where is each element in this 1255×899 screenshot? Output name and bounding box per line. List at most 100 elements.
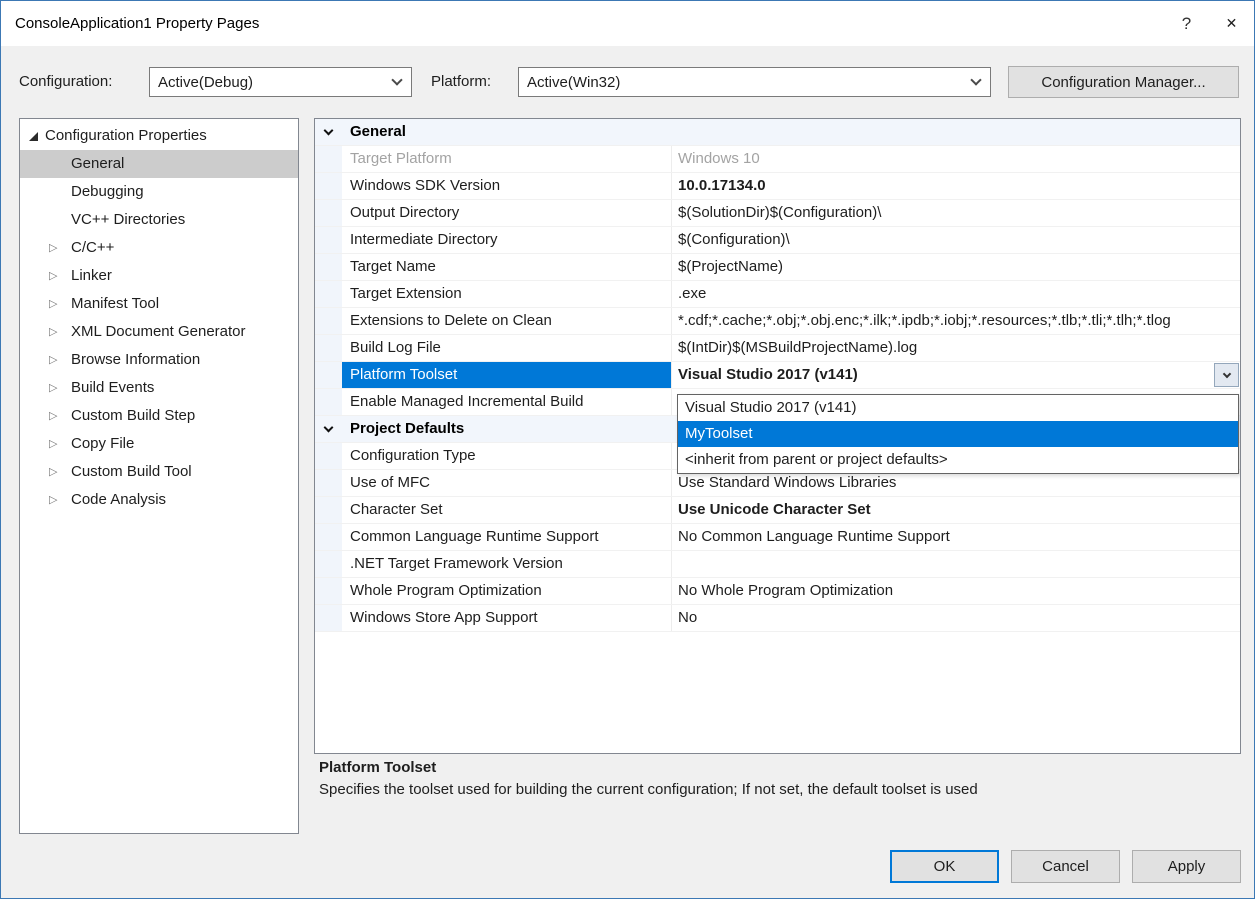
tree-collapsed-icon[interactable]: ▷ xyxy=(49,486,57,514)
tree-collapsed-icon[interactable]: ▷ xyxy=(49,402,57,430)
tree-item-label: Linker xyxy=(71,267,112,284)
tree-item-manifest-tool[interactable]: ▷ Manifest Tool xyxy=(20,290,298,318)
property-value-cell[interactable]: *.cdf;*.cache;*.obj;*.obj.enc;*.ilk;*.ip… xyxy=(672,308,1240,334)
tree-item-label: VC++ Directories xyxy=(71,211,185,228)
ok-button[interactable]: OK xyxy=(890,850,999,883)
tree-collapsed-icon[interactable]: ▷ xyxy=(49,262,57,290)
platform-select[interactable]: Active(Win32) xyxy=(518,67,991,97)
property-row-net-target-framework-version[interactable]: .NET Target Framework Version xyxy=(315,551,1240,578)
configuration-manager-button[interactable]: Configuration Manager... xyxy=(1008,66,1239,98)
description-text: Specifies the toolset used for building … xyxy=(319,781,1237,798)
property-row-common-language-runtime-support[interactable]: Common Language Runtime SupportNo Common… xyxy=(315,524,1240,551)
property-value-cell[interactable]: Windows 10 xyxy=(672,146,1240,172)
property-value-cell[interactable]: Visual Studio 2017 (v141) xyxy=(672,362,1240,388)
property-value-cell[interactable]: 10.0.17134.0 xyxy=(672,173,1240,199)
cancel-button[interactable]: Cancel xyxy=(1011,850,1120,883)
property-value-cell[interactable]: No Whole Program Optimization xyxy=(672,578,1240,604)
tree-item-build-events[interactable]: ▷Build Events xyxy=(20,374,298,402)
property-row-platform-toolset[interactable]: Platform ToolsetVisual Studio 2017 (v141… xyxy=(315,362,1240,389)
tree-item-label: Custom Build Step xyxy=(71,407,195,424)
row-gutter xyxy=(315,605,342,631)
row-gutter xyxy=(315,389,342,415)
configuration-select[interactable]: Active(Debug) xyxy=(149,67,412,97)
property-value: $(IntDir)$(MSBuildProjectName).log xyxy=(678,339,917,356)
property-value: Visual Studio 2017 (v141) xyxy=(678,366,858,383)
property-row-target-platform[interactable]: Target PlatformWindows 10 xyxy=(315,146,1240,173)
property-value-cell[interactable]: .exe xyxy=(672,281,1240,307)
tree-expanded-icon[interactable] xyxy=(29,132,38,141)
property-name: Intermediate Directory xyxy=(342,227,672,253)
row-gutter xyxy=(315,281,342,307)
tree-item-debugging[interactable]: Debugging xyxy=(20,178,298,206)
property-row-windows-store-app-support[interactable]: Windows Store App SupportNo xyxy=(315,605,1240,632)
tree-item-linker[interactable]: ▷ Linker xyxy=(20,262,298,290)
tree-item-general[interactable]: General xyxy=(20,150,298,178)
dropdown-option-visual-studio-2017-v141[interactable]: Visual Studio 2017 (v141) xyxy=(678,395,1238,421)
row-gutter xyxy=(315,497,342,523)
tree-item-xml-document-generator[interactable]: ▷XML Document Generator xyxy=(20,318,298,346)
help-button[interactable]: ? xyxy=(1164,1,1209,46)
property-value-cell[interactable] xyxy=(672,551,1240,577)
property-name: Common Language Runtime Support xyxy=(342,524,672,550)
property-row-target-name[interactable]: Target Name$(ProjectName) xyxy=(315,254,1240,281)
tree-collapsed-icon[interactable]: ▷ xyxy=(49,318,57,346)
property-name: Use of MFC xyxy=(342,470,672,496)
chevron-down-icon xyxy=(1222,369,1230,377)
row-gutter xyxy=(315,200,342,226)
tree-item-custom-build-step[interactable]: ▷ Custom Build Step xyxy=(20,402,298,430)
property-value: 10.0.17134.0 xyxy=(678,177,766,194)
property-value: $(Configuration)\ xyxy=(678,231,790,248)
tree-item-copy-file[interactable]: ▷ Copy File xyxy=(20,430,298,458)
dropdown-option-mytoolset[interactable]: MyToolset xyxy=(678,421,1238,447)
close-button[interactable]: ✕ xyxy=(1209,1,1254,46)
tree-collapsed-icon[interactable]: ▷ xyxy=(49,234,57,262)
property-value-cell[interactable]: $(ProjectName) xyxy=(672,254,1240,280)
property-pages-dialog: { "window": { "title": "ConsoleApplicati… xyxy=(0,0,1255,899)
property-row-output-directory[interactable]: Output Directory$(SolutionDir)$(Configur… xyxy=(315,200,1240,227)
property-name: Whole Program Optimization xyxy=(342,578,672,604)
property-value-cell[interactable]: $(SolutionDir)$(Configuration)\ xyxy=(672,200,1240,226)
property-value-cell[interactable]: No Common Language Runtime Support xyxy=(672,524,1240,550)
property-grid-rows: GeneralTarget PlatformWindows 10Windows … xyxy=(315,119,1240,632)
group-header-general[interactable]: General xyxy=(315,119,1240,146)
property-row-extensions-to-delete-on-clean[interactable]: Extensions to Delete on Clean*.cdf;*.cac… xyxy=(315,308,1240,335)
property-value: $(ProjectName) xyxy=(678,258,783,275)
tree-collapsed-icon[interactable]: ▷ xyxy=(49,374,57,402)
tree-collapsed-icon[interactable]: ▷ xyxy=(49,290,57,318)
tree-item-code-analysis[interactable]: ▷Code Analysis xyxy=(20,486,298,514)
apply-button[interactable]: Apply xyxy=(1132,850,1241,883)
toolset-dropdown-button[interactable] xyxy=(1214,363,1239,387)
property-row-intermediate-directory[interactable]: Intermediate Directory $(Configuration)\ xyxy=(315,227,1240,254)
property-name: Output Directory xyxy=(342,200,672,226)
property-name: Extensions to Delete on Clean xyxy=(342,308,672,334)
tree-item-vc-directories[interactable]: VC++ Directories xyxy=(20,206,298,234)
dropdown-option-inherit-from-parent-or-project-defaults[interactable]: <inherit from parent or project defaults… xyxy=(678,447,1238,473)
property-value-cell[interactable]: No xyxy=(672,605,1240,631)
property-row-build-log-file[interactable]: Build Log File$(IntDir)$(MSBuildProjectN… xyxy=(315,335,1240,362)
property-value: Use Standard Windows Libraries xyxy=(678,474,896,491)
tree-collapsed-icon[interactable]: ▷ xyxy=(49,458,57,486)
row-gutter xyxy=(315,362,342,388)
property-row-use-of-mfc[interactable]: Use of MFC Use Standard Windows Libraries xyxy=(315,470,1240,497)
property-row-whole-program-optimization[interactable]: Whole Program OptimizationNo Whole Progr… xyxy=(315,578,1240,605)
row-gutter xyxy=(315,551,342,577)
platform-value: Active(Win32) xyxy=(519,74,962,91)
row-gutter xyxy=(315,470,342,496)
tree-item-browse-information[interactable]: ▷Browse Information xyxy=(20,346,298,374)
property-row-character-set[interactable]: Character SetUse Unicode Character Set xyxy=(315,497,1240,524)
tree-item-c-c[interactable]: ▷C/C++ xyxy=(20,234,298,262)
tree-item-label: Manifest Tool xyxy=(71,295,159,312)
group-collapse-chevron-icon[interactable] xyxy=(315,416,342,442)
tree-collapsed-icon[interactable]: ▷ xyxy=(49,430,57,458)
property-value-cell[interactable]: $(IntDir)$(MSBuildProjectName).log xyxy=(672,335,1240,361)
tree-item-label: Copy File xyxy=(71,435,134,452)
property-row-windows-sdk-version[interactable]: Windows SDK Version10.0.17134.0 xyxy=(315,173,1240,200)
tree-item-custom-build-tool[interactable]: ▷Custom Build Tool xyxy=(20,458,298,486)
property-row-target-extension[interactable]: Target Extension.exe xyxy=(315,281,1240,308)
group-collapse-chevron-icon[interactable] xyxy=(315,119,342,145)
property-name: Configuration Type xyxy=(342,443,672,469)
tree-collapsed-icon[interactable]: ▷ xyxy=(49,346,57,374)
tree-item-configuration-properties[interactable]: Configuration Properties xyxy=(20,122,298,150)
property-value-cell[interactable]: Use Unicode Character Set xyxy=(672,497,1240,523)
property-value-cell[interactable]: $(Configuration)\ xyxy=(672,227,1240,253)
